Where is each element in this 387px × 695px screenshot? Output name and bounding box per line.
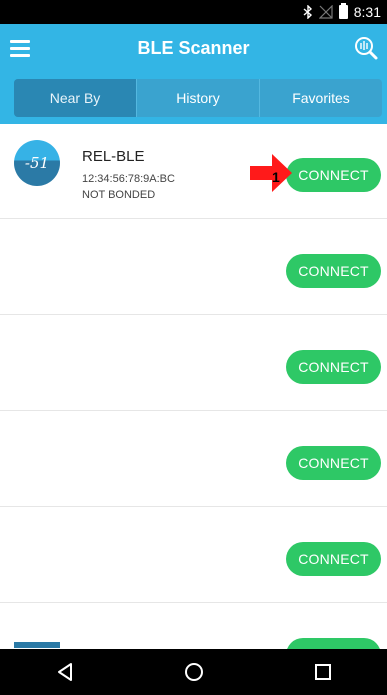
connect-button[interactable]: CONNECT <box>286 350 381 384</box>
connect-button[interactable]: CONNECT <box>286 254 381 288</box>
home-icon[interactable] <box>174 652 214 692</box>
device-row[interactable]: CONNECT <box>0 316 387 411</box>
bluetooth-icon <box>303 5 313 19</box>
back-icon[interactable] <box>45 652 85 692</box>
tab-favorites[interactable]: Favorites <box>259 79 382 117</box>
connect-button[interactable]: CONNECT <box>286 542 381 576</box>
no-signal-icon <box>318 5 333 19</box>
device-name: REL-BLE <box>82 148 145 165</box>
rssi-indicator: -51 <box>14 140 60 186</box>
device-row[interactable]: CONNECT <box>0 604 387 649</box>
device-row[interactable]: CONNECT <box>0 220 387 315</box>
device-row[interactable]: CONNECT <box>0 412 387 507</box>
status-time: 8:31 <box>353 4 381 20</box>
connect-button[interactable]: CONNECT <box>286 446 381 480</box>
navigation-bar <box>0 649 387 695</box>
menu-icon[interactable] <box>10 36 34 60</box>
connect-button[interactable]: CONNECT <box>286 158 381 192</box>
device-row[interactable]: -51 REL-BLE 12:34:56:78:9A:BC NOT BONDED… <box>0 124 387 219</box>
search-icon[interactable] <box>353 35 379 61</box>
tab-near-by[interactable]: Near By <box>14 79 136 117</box>
tab-history[interactable]: History <box>136 79 259 117</box>
device-list: -51 REL-BLE 12:34:56:78:9A:BC NOT BONDED… <box>0 124 387 649</box>
title-row: BLE Scanner <box>0 24 387 72</box>
status-bar: 8:31 <box>0 0 387 24</box>
device-address: 12:34:56:78:9A:BC <box>82 173 175 185</box>
arrow-annotation-icon <box>250 154 292 192</box>
app-title: BLE Scanner <box>137 37 250 58</box>
battery-icon <box>338 3 348 19</box>
tab-bar: Near By History Favorites <box>14 79 382 117</box>
recents-icon[interactable] <box>303 652 343 692</box>
device-bond-state: NOT BONDED <box>82 189 156 201</box>
device-row[interactable]: CONNECT <box>0 508 387 603</box>
annotation-number: 1 <box>272 169 280 185</box>
app-bar: BLE Scanner Near By History Favorites <box>0 24 387 124</box>
connect-button[interactable]: CONNECT <box>286 638 381 649</box>
rssi-indicator <box>14 642 60 648</box>
